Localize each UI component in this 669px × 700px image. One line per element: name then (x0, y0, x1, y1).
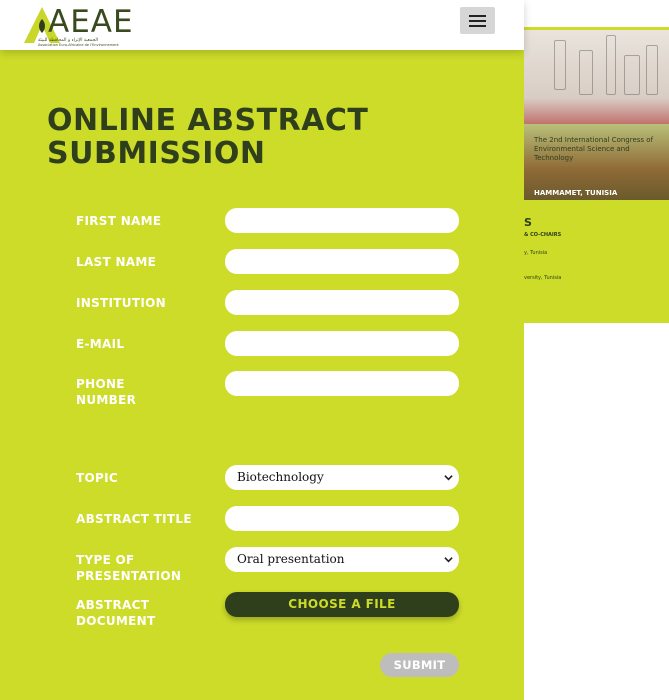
abstract-title-label: ABSTRACT TITLE (76, 512, 192, 526)
chevron-down-icon (444, 557, 453, 563)
last-name-label: LAST NAME (76, 255, 157, 269)
phone-number-input[interactable] (225, 371, 459, 396)
abstract-title-input[interactable] (225, 506, 459, 531)
first-name-input[interactable] (225, 208, 459, 233)
hamburger-line (469, 25, 486, 27)
congress-banner-image: The 2nd International Congress of Enviro… (524, 30, 669, 200)
abstract-form-panel: ONLINE ABSTRACT SUBMISSION FIRST NAME LA… (0, 50, 524, 700)
chevron-down-icon (444, 475, 453, 481)
submit-button[interactable]: SUBMIT (380, 653, 459, 677)
email-input[interactable] (225, 331, 459, 356)
aeae-logo[interactable]: AEAE الجمعية الإثراء و المحافظة للبيئة A… (22, 5, 133, 47)
institution-input[interactable] (225, 290, 459, 315)
topic-select[interactable]: Biotechnology (225, 465, 459, 490)
page-title: ONLINE ABSTRACT SUBMISSION (47, 103, 369, 171)
abstract-document-label: ABSTRACT DOCUMENT (76, 598, 156, 628)
site-header: AEAE الجمعية الإثراء و المحافظة للبيئة A… (0, 0, 524, 50)
topic-selected-value: Biotechnology (237, 470, 324, 484)
background-line-2: versity, Tunisia (524, 275, 562, 281)
presentation-type-label: TYPE OF PRESENTATION (76, 553, 182, 583)
presentation-type-select[interactable]: Oral presentation (225, 547, 459, 572)
choose-file-button[interactable]: CHOOSE A FILE (225, 592, 459, 617)
last-name-input[interactable] (225, 249, 459, 274)
background-line-1: y, Tunisia (524, 250, 548, 256)
presentation-selected-value: Oral presentation (237, 552, 345, 566)
logo-subtitle-fr: Association Euro-Africaine de l'Environn… (38, 43, 119, 47)
section-sub: & CO-CHAIRS (524, 232, 562, 238)
first-name-label: FIRST NAME (76, 214, 162, 228)
hamburger-menu-icon (469, 15, 486, 17)
section-letter: S (524, 216, 532, 229)
phone-number-label: PHONE NUMBER (76, 377, 137, 407)
hamburger-menu-button[interactable] (460, 7, 495, 34)
topic-label: TOPIC (76, 471, 118, 485)
hamburger-line (469, 20, 486, 22)
banner-text: The 2nd International Congress of Enviro… (534, 136, 654, 162)
banner-city: HAMMAMET, TUNISIA (534, 189, 618, 197)
logo-text: AEAE (48, 4, 134, 40)
institution-label: INSTITUTION (76, 296, 166, 310)
email-label: E-MAIL (76, 337, 125, 351)
